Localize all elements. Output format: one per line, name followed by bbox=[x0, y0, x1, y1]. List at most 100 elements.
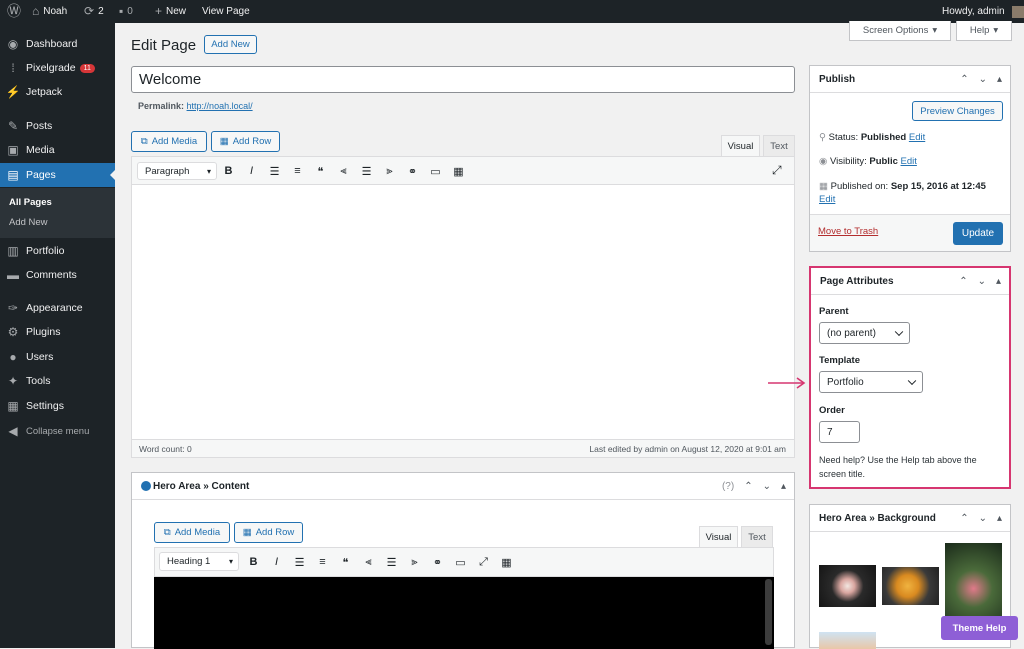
my-account-link[interactable]: Howdy, admin bbox=[942, 0, 1024, 23]
menu-item-appearance[interactable]: ✑ Appearance bbox=[0, 296, 115, 320]
toggle-panel-icon[interactable]: ▴ bbox=[996, 276, 1001, 287]
hero-add-row-button[interactable]: ▦ Add Row bbox=[234, 522, 303, 543]
site-name-link[interactable]: ⌂ Noah bbox=[32, 0, 67, 23]
link-icon[interactable]: ⚭ bbox=[406, 165, 419, 178]
gallery-image-orange-flowers[interactable] bbox=[882, 567, 939, 605]
submenu-add-new[interactable]: Add New bbox=[9, 217, 48, 228]
link-icon[interactable]: ⚭ bbox=[431, 556, 444, 569]
hero-content-header[interactable]: Hero Area » Content bbox=[132, 473, 794, 500]
move-down-icon[interactable]: ⌄ bbox=[978, 276, 986, 287]
menu-item-plugins[interactable]: ⚙ Plugins bbox=[0, 320, 115, 344]
comments-link[interactable]: ▪ 0 bbox=[119, 0, 133, 23]
move-to-trash-link[interactable]: Move to Trash bbox=[818, 226, 878, 237]
media-icon: ▣ bbox=[7, 143, 19, 157]
hero-tab-text[interactable]: Text bbox=[741, 526, 773, 547]
view-page-link[interactable]: View Page bbox=[202, 0, 250, 23]
hero-format-select[interactable]: Heading 1 ▾ bbox=[159, 552, 239, 571]
updates-link[interactable]: ⟳ 2 bbox=[84, 0, 104, 23]
menu-item-collapse-menu[interactable]: ◀ Collapse menu bbox=[0, 419, 115, 443]
toggle-panel-icon[interactable]: ▴ bbox=[781, 481, 786, 492]
menu-item-pages[interactable]: ▤ Pages bbox=[0, 163, 115, 187]
edit-visibility-link[interactable]: Edit bbox=[901, 156, 917, 167]
move-up-icon[interactable]: ⌃ bbox=[960, 74, 968, 85]
help-icon[interactable]: (?) bbox=[722, 481, 734, 492]
edit-date-link[interactable]: Edit bbox=[819, 194, 835, 205]
align-center-icon[interactable]: ☰ bbox=[360, 165, 373, 178]
toolbar-toggle-icon[interactable]: ▦ bbox=[452, 165, 465, 178]
gallery-image-flowers-dark[interactable] bbox=[819, 565, 876, 607]
move-up-icon[interactable]: ⌃ bbox=[959, 276, 967, 287]
align-center-icon[interactable]: ☰ bbox=[385, 556, 398, 569]
hero-tab-visual[interactable]: Visual bbox=[699, 526, 738, 547]
menu-item-posts[interactable]: ✎ Posts bbox=[0, 114, 115, 138]
wordpress-logo-icon[interactable]: Ⓦ bbox=[7, 0, 21, 23]
menu-item-dashboard[interactable]: ◉ Dashboard bbox=[0, 32, 115, 56]
move-up-icon[interactable]: ⌃ bbox=[960, 513, 968, 524]
hero-add-media-button[interactable]: ⧉ Add Media bbox=[154, 522, 230, 543]
menu-item-media[interactable]: ▣ Media bbox=[0, 138, 115, 162]
parent-select[interactable]: (no parent) bbox=[819, 322, 910, 344]
blockquote-icon[interactable]: ❝ bbox=[339, 556, 352, 569]
tab-visual[interactable]: Visual bbox=[721, 135, 760, 156]
move-down-icon[interactable]: ⌄ bbox=[979, 74, 987, 85]
add-new-button[interactable]: Add New bbox=[204, 35, 257, 54]
permalink-link[interactable]: http://noah.local/ bbox=[187, 101, 253, 111]
move-up-icon[interactable]: ⌃ bbox=[744, 481, 752, 492]
gallery-image-pink-blossoms[interactable] bbox=[945, 543, 1002, 619]
align-left-icon[interactable]: ⫷ bbox=[337, 165, 350, 178]
edit-status-link[interactable]: Edit bbox=[909, 132, 925, 143]
move-down-icon[interactable]: ⌄ bbox=[763, 481, 771, 492]
bullet-list-icon[interactable]: ☰ bbox=[268, 165, 281, 178]
menu-item-label: Pages bbox=[26, 169, 56, 181]
toggle-panel-icon[interactable]: ▴ bbox=[997, 74, 1002, 85]
italic-icon[interactable]: I bbox=[270, 556, 283, 568]
bold-icon[interactable]: B bbox=[247, 556, 260, 568]
bullet-list-icon[interactable]: ☰ bbox=[293, 556, 306, 569]
blockquote-icon[interactable]: ❝ bbox=[314, 165, 327, 178]
theme-help-button[interactable]: Theme Help bbox=[941, 616, 1018, 640]
new-content-link[interactable]: + New bbox=[155, 0, 186, 23]
order-input[interactable]: 7 bbox=[819, 421, 860, 443]
toggle-panel-icon[interactable]: ▴ bbox=[997, 513, 1002, 524]
template-select[interactable]: Portfolio bbox=[819, 371, 923, 393]
preview-changes-button[interactable]: Preview Changes bbox=[912, 101, 1003, 121]
hero-editor-area[interactable] bbox=[154, 577, 774, 649]
menu-item-settings[interactable]: ▦ Settings bbox=[0, 394, 115, 418]
read-more-icon[interactable]: ▭ bbox=[454, 556, 467, 569]
read-more-icon[interactable]: ▭ bbox=[429, 165, 442, 178]
gallery-image-sky[interactable] bbox=[819, 632, 876, 649]
portfolio-icon: ▥ bbox=[7, 244, 19, 258]
align-left-icon[interactable]: ⫷ bbox=[362, 556, 375, 569]
screen-options-button[interactable]: Screen Options ▾ bbox=[849, 21, 951, 41]
editor-toolbar: Paragraph ▾ B I ☰ ≡ ❝ ⫷ ☰ ⫸ ⚭ ▭ ▦ ⤢ bbox=[132, 157, 794, 185]
numbered-list-icon[interactable]: ≡ bbox=[291, 165, 304, 177]
move-down-icon[interactable]: ⌄ bbox=[979, 513, 987, 524]
hero-formatting-buttons: B I ☰ ≡ ❝ ⫷ ☰ ⫸ ⚭ ▭ ⤢ ▦ bbox=[247, 553, 513, 571]
align-right-icon[interactable]: ⫸ bbox=[383, 165, 396, 178]
menu-item-users[interactable]: ● Users bbox=[0, 345, 115, 369]
toolbar-toggle-icon[interactable]: ▦ bbox=[500, 556, 513, 569]
scrollbar[interactable] bbox=[765, 579, 772, 645]
tab-text[interactable]: Text bbox=[763, 135, 795, 156]
bold-icon[interactable]: B bbox=[222, 165, 235, 177]
italic-icon[interactable]: I bbox=[245, 165, 258, 177]
post-title-input[interactable]: Welcome bbox=[131, 66, 795, 93]
add-row-button[interactable]: ▦ Add Row bbox=[211, 131, 280, 152]
update-button[interactable]: Update bbox=[953, 222, 1003, 245]
format-select[interactable]: Paragraph ▾ bbox=[137, 162, 217, 180]
menu-item-portfolio[interactable]: ▥ Portfolio bbox=[0, 239, 115, 263]
help-button[interactable]: Help ▾ bbox=[956, 21, 1012, 41]
submenu-all-pages[interactable]: All Pages bbox=[9, 197, 52, 208]
users-icon: ● bbox=[9, 350, 17, 364]
menu-item-jetpack[interactable]: ⚡ Jetpack bbox=[0, 80, 115, 104]
fullscreen-icon[interactable]: ⤢ bbox=[477, 556, 490, 569]
numbered-list-icon[interactable]: ≡ bbox=[316, 556, 329, 568]
add-media-button[interactable]: ⧉ Add Media bbox=[131, 131, 207, 152]
page-attributes-box: Page Attributes ⌃ ⌄ ▴ Parent (no parent) T… bbox=[809, 266, 1011, 489]
menu-item-comments[interactable]: ▬ Comments bbox=[0, 263, 115, 287]
admin-menu: ◉ Dashboard ⁞ Pixelgrade 11 ⚡ Jetpack ✎ Posts ▣ Me… bbox=[0, 23, 115, 648]
align-right-icon[interactable]: ⫸ bbox=[408, 556, 421, 569]
fullscreen-icon[interactable]: ⤢ bbox=[772, 163, 782, 178]
menu-item-tools[interactable]: ✦ Tools bbox=[0, 369, 115, 393]
menu-item-pixelgrade[interactable]: ⁞ Pixelgrade 11 bbox=[0, 56, 115, 80]
